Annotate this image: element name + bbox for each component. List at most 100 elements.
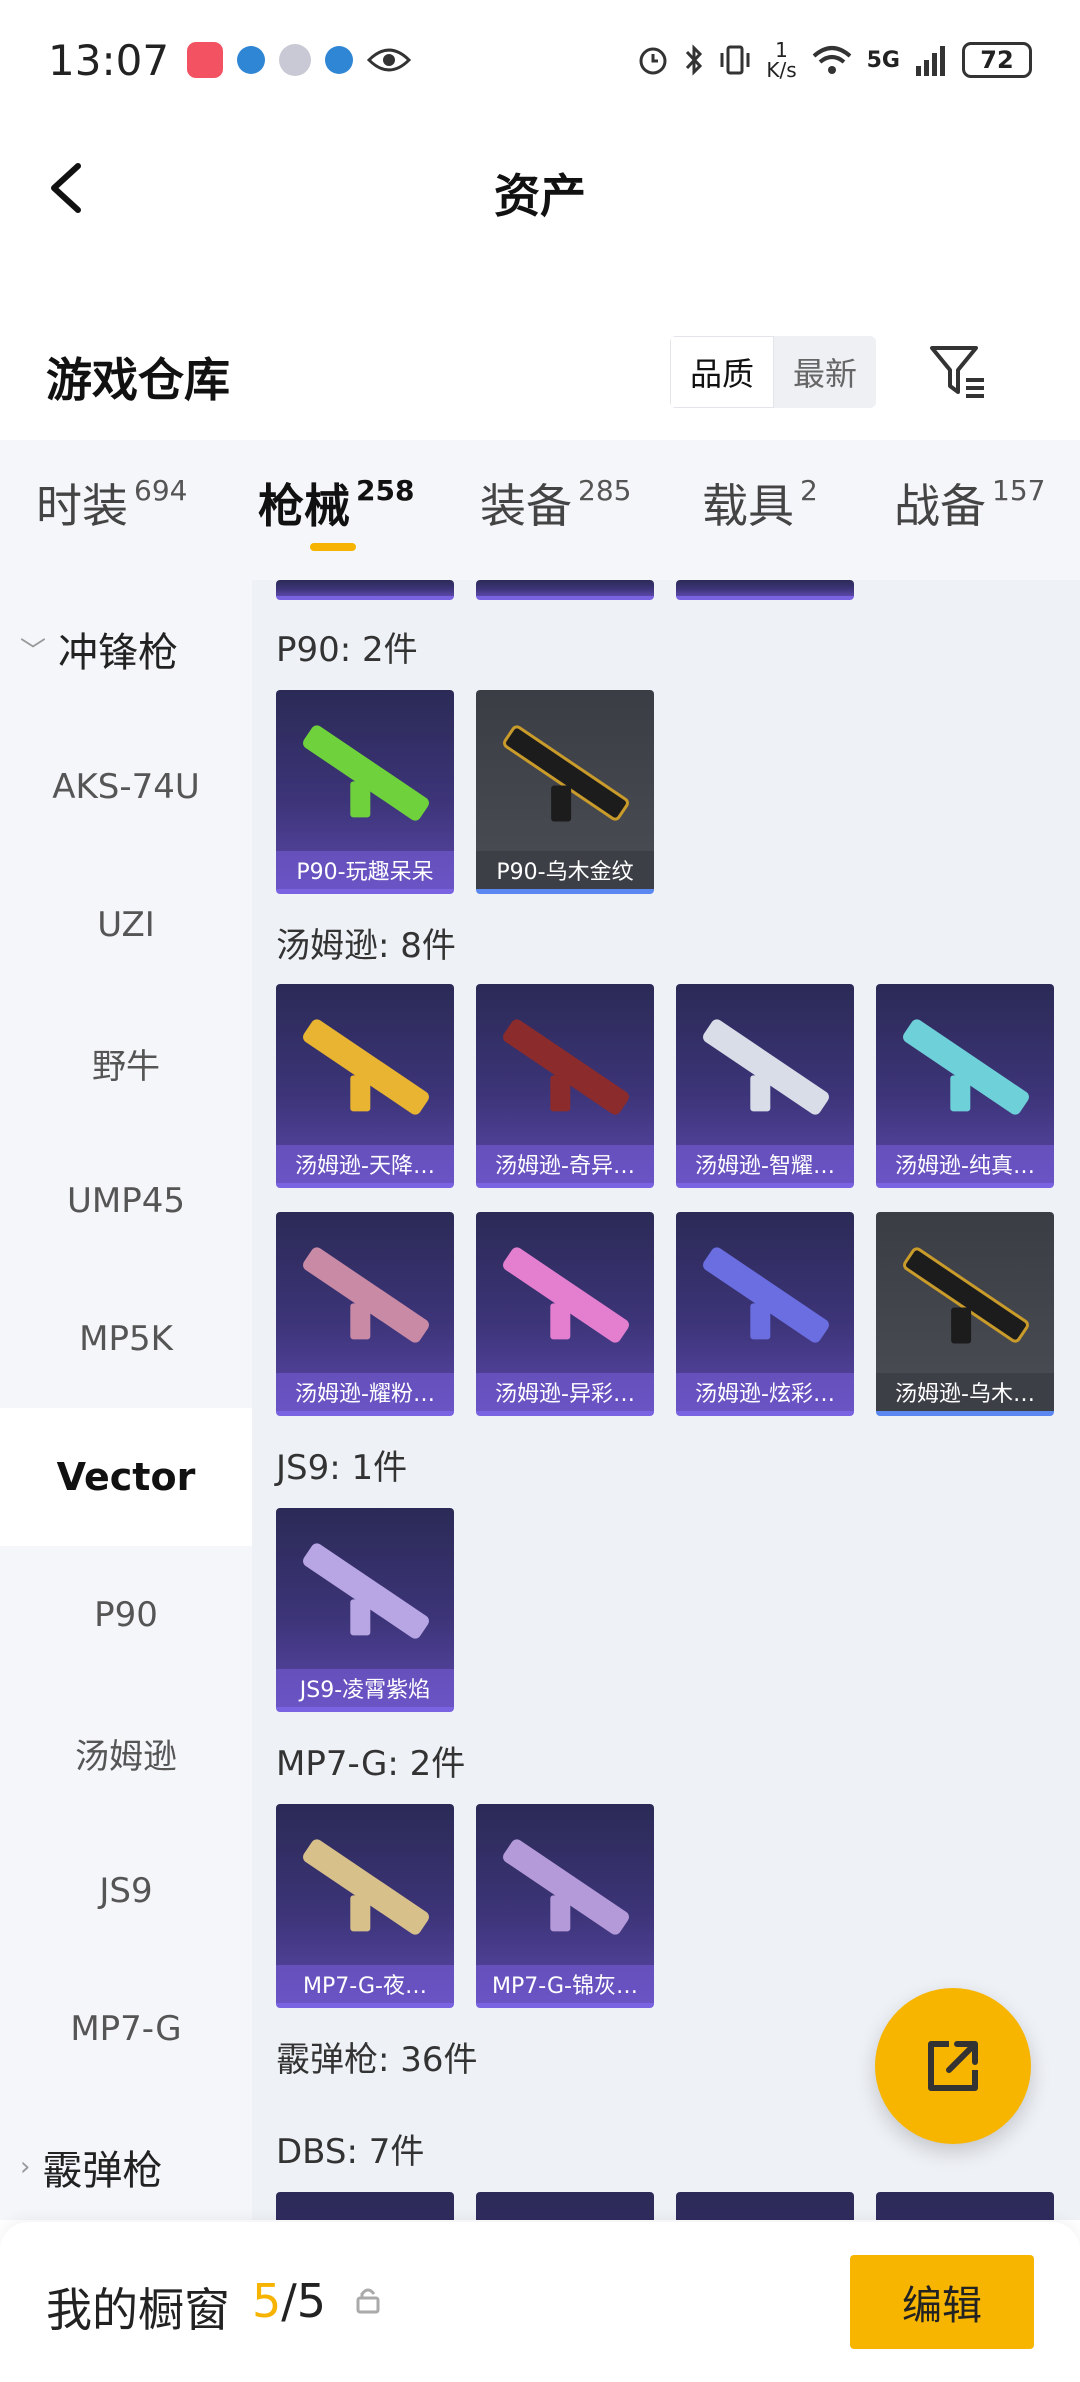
eye-icon xyxy=(367,48,412,72)
weapon-name: P90-玩趣呆呆 xyxy=(276,851,454,889)
speed-value: 1 xyxy=(775,38,788,62)
sidebar-group-smg[interactable]: ﹀ 冲锋枪 xyxy=(0,580,252,718)
alarm-icon xyxy=(639,47,667,75)
weapon-card[interactable]: MP7-G-锦灰… xyxy=(476,1804,654,2008)
weapon-card[interactable]: 汤姆逊-智耀… xyxy=(676,984,854,1188)
edit-button[interactable]: 编辑 xyxy=(850,2255,1034,2349)
weapon-name: 汤姆逊-异彩… xyxy=(476,1373,654,1411)
weapon-card[interactable]: 汤姆逊-乌木… xyxy=(876,1212,1054,1416)
weapon-card[interactable] xyxy=(876,2192,1054,2220)
status-time: 13:07 xyxy=(48,35,170,85)
tab-count: 2 xyxy=(800,474,818,507)
weapon-image xyxy=(500,1245,632,1345)
tab-fashion[interactable]: 时装 694 xyxy=(36,470,187,536)
speed-unit: K/s xyxy=(766,58,797,82)
sidebar-item-p90[interactable]: P90 xyxy=(0,1546,252,1684)
section-label: DBS: 7件 xyxy=(276,2132,425,2172)
sidebar-item-uzi[interactable]: UZI xyxy=(0,856,252,994)
weapon-card[interactable] xyxy=(676,580,854,600)
tab-count: 694 xyxy=(134,474,188,507)
weapon-image xyxy=(300,723,432,823)
sidebar-item-js9[interactable]: JS9 xyxy=(0,1822,252,1960)
showcase-separator: / xyxy=(281,2274,297,2328)
share-button[interactable] xyxy=(875,1988,1031,2144)
weapon-image xyxy=(300,1017,432,1117)
weapon-image xyxy=(900,1017,1032,1117)
weapon-image xyxy=(900,1245,1032,1345)
weapon-name: MP7-G-夜… xyxy=(276,1965,454,2003)
weapon-grid: P90: 2件 P90-玩趣呆呆 P90-乌木金纹 汤姆逊: 8件 汤姆逊-天降… xyxy=(252,580,1080,2220)
sidebar-item-aks74u[interactable]: AKS-74U xyxy=(0,718,252,856)
showcase-bar: 我的橱窗 5/5 编辑 xyxy=(0,2222,1080,2382)
weapon-card[interactable]: 汤姆逊-异彩… xyxy=(476,1212,654,1416)
weapon-image xyxy=(300,1245,432,1345)
tab-vehicles[interactable]: 载具 2 xyxy=(702,470,818,536)
sort-latest-button[interactable]: 最新 xyxy=(774,336,876,408)
showcase-count: 5/5 xyxy=(252,2274,326,2328)
weapon-name: 汤姆逊-耀粉… xyxy=(276,1373,454,1411)
tab-battle-gear[interactable]: 战备 157 xyxy=(894,470,1045,536)
bluetooth-icon xyxy=(686,44,703,76)
weapon-card[interactable] xyxy=(276,580,454,600)
browser-icon xyxy=(237,46,266,74)
tab-label: 战备 xyxy=(894,479,986,533)
active-tab-indicator xyxy=(310,543,356,551)
weapon-name: 汤姆逊-天降… xyxy=(276,1145,454,1183)
section-label: 汤姆逊: 8件 xyxy=(276,926,456,966)
wifi-icon xyxy=(812,46,851,74)
weapon-card[interactable]: P90-玩趣呆呆 xyxy=(276,690,454,894)
signal-icon xyxy=(916,46,945,76)
section-label: MP7-G: 2件 xyxy=(276,1744,466,1784)
weapon-name: 汤姆逊-炫彩… xyxy=(676,1373,854,1411)
tab-label: 载具 xyxy=(702,479,794,533)
weapon-card[interactable]: P90-乌木金纹 xyxy=(476,690,654,894)
sidebar-item-vector[interactable]: Vector xyxy=(0,1408,252,1546)
weapon-card[interactable]: 汤姆逊-炫彩… xyxy=(676,1212,854,1416)
weapon-card[interactable]: 汤姆逊-天降… xyxy=(276,984,454,1188)
weapon-card[interactable] xyxy=(476,580,654,600)
tab-label: 装备 xyxy=(480,479,572,533)
warehouse-title: 游戏仓库 xyxy=(46,353,230,407)
tab-count: 285 xyxy=(578,474,632,507)
weapon-image xyxy=(500,1017,632,1117)
system-icons: 1 K/s 5G 72 xyxy=(636,40,1032,80)
tab-label: 枪械 xyxy=(258,479,350,533)
weapon-card[interactable] xyxy=(476,2192,654,2220)
network-speed: 1 K/s xyxy=(766,40,796,80)
sidebar-item-thompson[interactable]: 汤姆逊 xyxy=(0,1684,252,1822)
weapon-image xyxy=(300,1541,432,1641)
weapon-card[interactable]: JS9-凌霄紫焰 xyxy=(276,1508,454,1712)
weapon-image xyxy=(500,723,632,823)
sort-toggle: 品质 最新 xyxy=(670,336,876,408)
page-title: 资产 xyxy=(494,169,586,223)
weapon-card[interactable] xyxy=(276,2192,454,2220)
sidebar-item-bizon[interactable]: 野牛 xyxy=(0,994,252,1132)
weapon-name: P90-乌木金纹 xyxy=(476,851,654,889)
tab-firearms[interactable]: 枪械 258 xyxy=(258,470,414,536)
tab-equipment[interactable]: 装备 285 xyxy=(480,470,631,536)
section-label: P90: 2件 xyxy=(276,630,418,670)
weapon-name: 汤姆逊-奇异… xyxy=(476,1145,654,1183)
chevron-down-icon: ﹀ xyxy=(20,636,47,667)
category-tabs: 时装 694 枪械 258 装备 285 载具 2 战备 157 xyxy=(0,440,1080,580)
showcase-current: 5 xyxy=(252,2274,282,2328)
sort-quality-button[interactable]: 品质 xyxy=(670,336,774,408)
weapon-image xyxy=(300,1837,432,1937)
warehouse-header: 游戏仓库 品质 最新 xyxy=(0,320,1080,440)
weapon-card[interactable]: 汤姆逊-耀粉… xyxy=(276,1212,454,1416)
weapon-card[interactable]: 汤姆逊-纯真… xyxy=(876,984,1054,1188)
sidebar-item-mp5k[interactable]: MP5K xyxy=(0,1270,252,1408)
app-header: 资产 xyxy=(0,120,1080,255)
sidebar-group-shotgun[interactable]: › 霰弹枪 xyxy=(0,2098,252,2236)
weapon-card[interactable] xyxy=(676,2192,854,2220)
sidebar-item-label: 冲锋枪 xyxy=(58,630,179,676)
filter-icon[interactable] xyxy=(928,342,988,402)
weapon-name: MP7-G-锦灰… xyxy=(476,1965,654,2003)
weapon-card[interactable]: MP7-G-夜… xyxy=(276,1804,454,2008)
sidebar-item-mp7g[interactable]: MP7-G xyxy=(0,1960,252,2098)
sidebar-item-ump45[interactable]: UMP45 xyxy=(0,1132,252,1270)
weapon-name: JS9-凌霄紫焰 xyxy=(276,1669,454,1707)
section-label: JS9: 1件 xyxy=(276,1448,408,1488)
avatar-icon xyxy=(279,44,312,76)
weapon-card[interactable]: 汤姆逊-奇异… xyxy=(476,984,654,1188)
